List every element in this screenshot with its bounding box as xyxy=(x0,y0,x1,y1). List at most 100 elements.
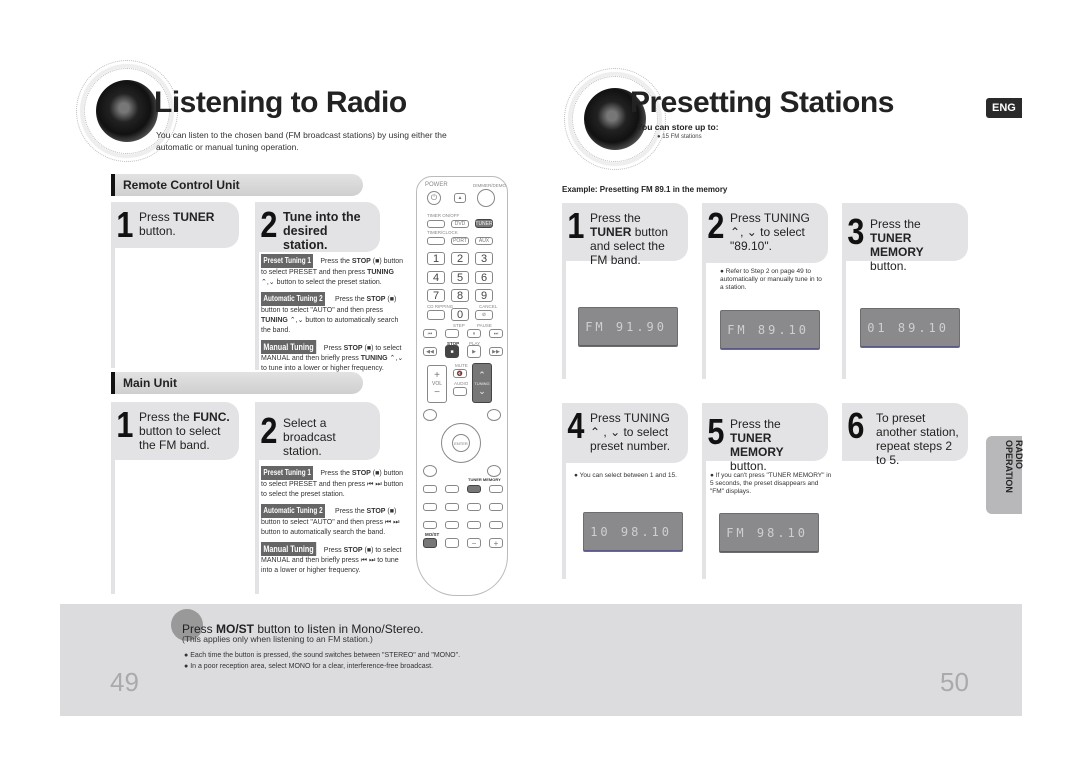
section-remote-control-unit: Remote Control Unit xyxy=(111,174,363,196)
tag-manual-tuning: Manual Tuning xyxy=(261,542,317,556)
divider xyxy=(111,460,115,594)
pause-button[interactable]: ⏸ xyxy=(467,329,481,338)
digit-1-button[interactable]: 1 xyxy=(427,252,445,265)
store-item: ● 15 FM stations xyxy=(657,134,702,140)
return-button[interactable] xyxy=(487,409,501,421)
note-text: If you can't press "TUNER MEMORY" in 5 s… xyxy=(710,472,832,495)
port-button[interactable]: PORT xyxy=(451,237,469,245)
note-bold: TUNING xyxy=(261,317,288,324)
open-close-button[interactable]: ▲ xyxy=(454,193,466,203)
step-number: 2 xyxy=(260,204,277,245)
zoom-button[interactable] xyxy=(445,538,459,548)
step-text: Press the xyxy=(139,410,194,424)
center-button[interactable] xyxy=(423,503,437,511)
cancel-button[interactable]: ⊘ xyxy=(475,310,493,320)
bullet-text: In a poor reception area, select MONO fo… xyxy=(190,663,433,670)
tuner-memory-button[interactable] xyxy=(467,485,481,493)
p-bass-button[interactable] xyxy=(467,503,481,511)
digit-5-button[interactable]: 5 xyxy=(451,271,469,284)
step-bold: TUNER MEMORY xyxy=(730,431,784,459)
step-button[interactable] xyxy=(445,329,459,338)
subtitle-button[interactable] xyxy=(489,485,503,493)
p-sound-button[interactable] xyxy=(445,503,459,511)
audio-button[interactable] xyxy=(453,387,467,396)
sync-minus-button[interactable]: − xyxy=(467,538,481,548)
mute-button[interactable]: 🔇 xyxy=(453,369,467,378)
step-number: 5 xyxy=(707,411,724,452)
step-text: Press TUNING ⌃ , ⌄ to select preset numb… xyxy=(590,411,671,453)
power-button[interactable]: ⏻ xyxy=(427,191,441,205)
preset-step-5: 5 Press the TUNER MEMORY button. xyxy=(702,403,828,473)
sleep-button[interactable] xyxy=(423,521,437,529)
digit-2-button[interactable]: 2 xyxy=(451,252,469,265)
navigation-pad[interactable]: ENTER xyxy=(441,423,481,463)
section-main-unit: Main Unit xyxy=(111,372,363,394)
display-panel: FM 91.90 xyxy=(578,307,678,347)
digit-6-button[interactable]: 6 xyxy=(475,271,493,284)
digit-3-button[interactable]: 3 xyxy=(475,252,493,265)
tuner-memory-label: TUNER MEMORY xyxy=(468,477,501,482)
digit-9-button[interactable]: 9 xyxy=(475,289,493,302)
timer-clock-button[interactable] xyxy=(427,237,445,245)
rear-button[interactable] xyxy=(489,503,503,511)
note-automatic-tuning: Automatic Tuning 2 Press the STOP (■) bu… xyxy=(261,504,409,538)
skip-back-button[interactable]: ⏮ xyxy=(423,329,437,338)
step-bold: FUNC. xyxy=(193,410,230,424)
page-title-right: Presetting Stations xyxy=(630,86,894,119)
cd-ripping-button[interactable] xyxy=(427,310,445,320)
rewind-button[interactable]: ◀◀ xyxy=(423,347,437,356)
info-button[interactable] xyxy=(423,465,437,477)
dimmer-button[interactable] xyxy=(477,189,495,207)
step-bold: TUNER xyxy=(173,210,215,224)
tuning-rocker[interactable]: ⌃ TUNING ⌄ xyxy=(472,363,492,403)
note-bold: STOP xyxy=(351,258,371,265)
bullet-item: ● Each time the button is pressed, the s… xyxy=(184,652,461,659)
divider xyxy=(562,463,566,579)
ez-view-button[interactable] xyxy=(487,465,501,477)
note-bold: TUNING xyxy=(360,355,388,362)
skip-forward-button[interactable]: ⏭ xyxy=(489,329,503,338)
slow-button[interactable] xyxy=(445,521,459,529)
note-preset-tuning: Preset Tuning 1 Press the STOP (■) butto… xyxy=(261,254,409,288)
step-text: button. xyxy=(139,224,176,238)
step-number: 3 xyxy=(847,211,864,252)
power-label: POWER xyxy=(425,182,448,188)
step-number: 4 xyxy=(567,405,584,446)
main-step-1: 1 Press the FUNC. button to select the F… xyxy=(111,402,239,460)
step-text: button. xyxy=(730,459,767,473)
sync-plus-button[interactable]: + xyxy=(489,538,503,548)
step-text: Press the xyxy=(590,211,641,225)
repeat-button[interactable] xyxy=(423,485,437,493)
note-text: Press the xyxy=(320,470,352,477)
aux-button[interactable]: AUX xyxy=(475,237,493,245)
volume-rocker[interactable]: + VOL − xyxy=(427,365,447,403)
angle-button[interactable] xyxy=(467,521,481,529)
dvd-button[interactable]: DVD xyxy=(451,220,469,228)
most-button[interactable] xyxy=(423,538,437,548)
fast-forward-button[interactable]: ▶▶ xyxy=(489,347,503,356)
tuner-button[interactable]: TUNER xyxy=(475,219,493,228)
menu-button[interactable] xyxy=(423,409,437,421)
timer-button[interactable] xyxy=(427,220,445,228)
digit-8-button[interactable]: 8 xyxy=(451,289,469,302)
example-caption: Example: Presetting FM 89.1 in the memor… xyxy=(562,185,728,194)
mute-label: MUTE xyxy=(455,363,468,368)
note-bold: STOP xyxy=(343,547,363,554)
repeat-ab-button[interactable] xyxy=(445,485,459,493)
digit-7-button[interactable]: 7 xyxy=(427,289,445,302)
remote-tuning-notes: Preset Tuning 1 Press the STOP (■) butto… xyxy=(261,254,409,374)
note-text: Press the xyxy=(320,258,352,265)
note-bold: STOP xyxy=(366,508,386,515)
remain-button[interactable] xyxy=(489,521,503,529)
timer-label: TIMER ON/OFF xyxy=(427,213,460,218)
note-manual-tuning: Manual Tuning Press STOP (■) to select M… xyxy=(261,542,409,576)
step-number: 2 xyxy=(707,205,724,246)
digit-0-button[interactable]: 0 xyxy=(451,308,469,321)
enter-button[interactable]: ENTER xyxy=(452,434,470,452)
stop-button[interactable]: ■ xyxy=(445,345,459,358)
step-number: 1 xyxy=(116,204,133,245)
display-panel: FM 98.10 xyxy=(719,513,819,553)
digit-4-button[interactable]: 4 xyxy=(427,271,445,284)
tag-automatic-tuning: Automatic Tuning 2 xyxy=(261,504,326,518)
play-button[interactable]: ▶ xyxy=(467,345,481,358)
